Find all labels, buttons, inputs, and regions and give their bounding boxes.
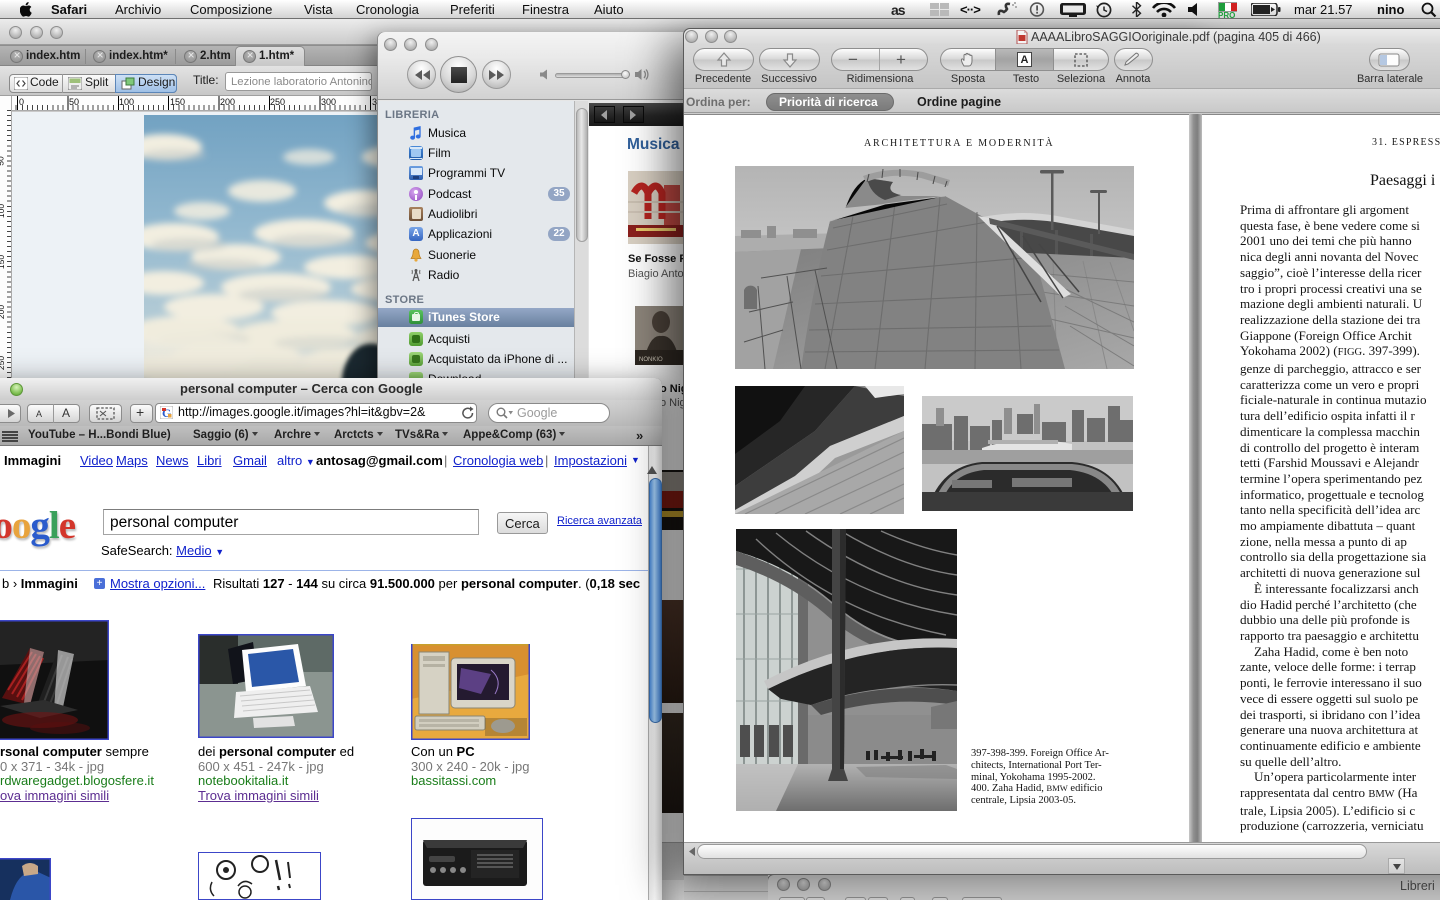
svg-text:NONKIO: NONKIO [639, 357, 663, 363]
